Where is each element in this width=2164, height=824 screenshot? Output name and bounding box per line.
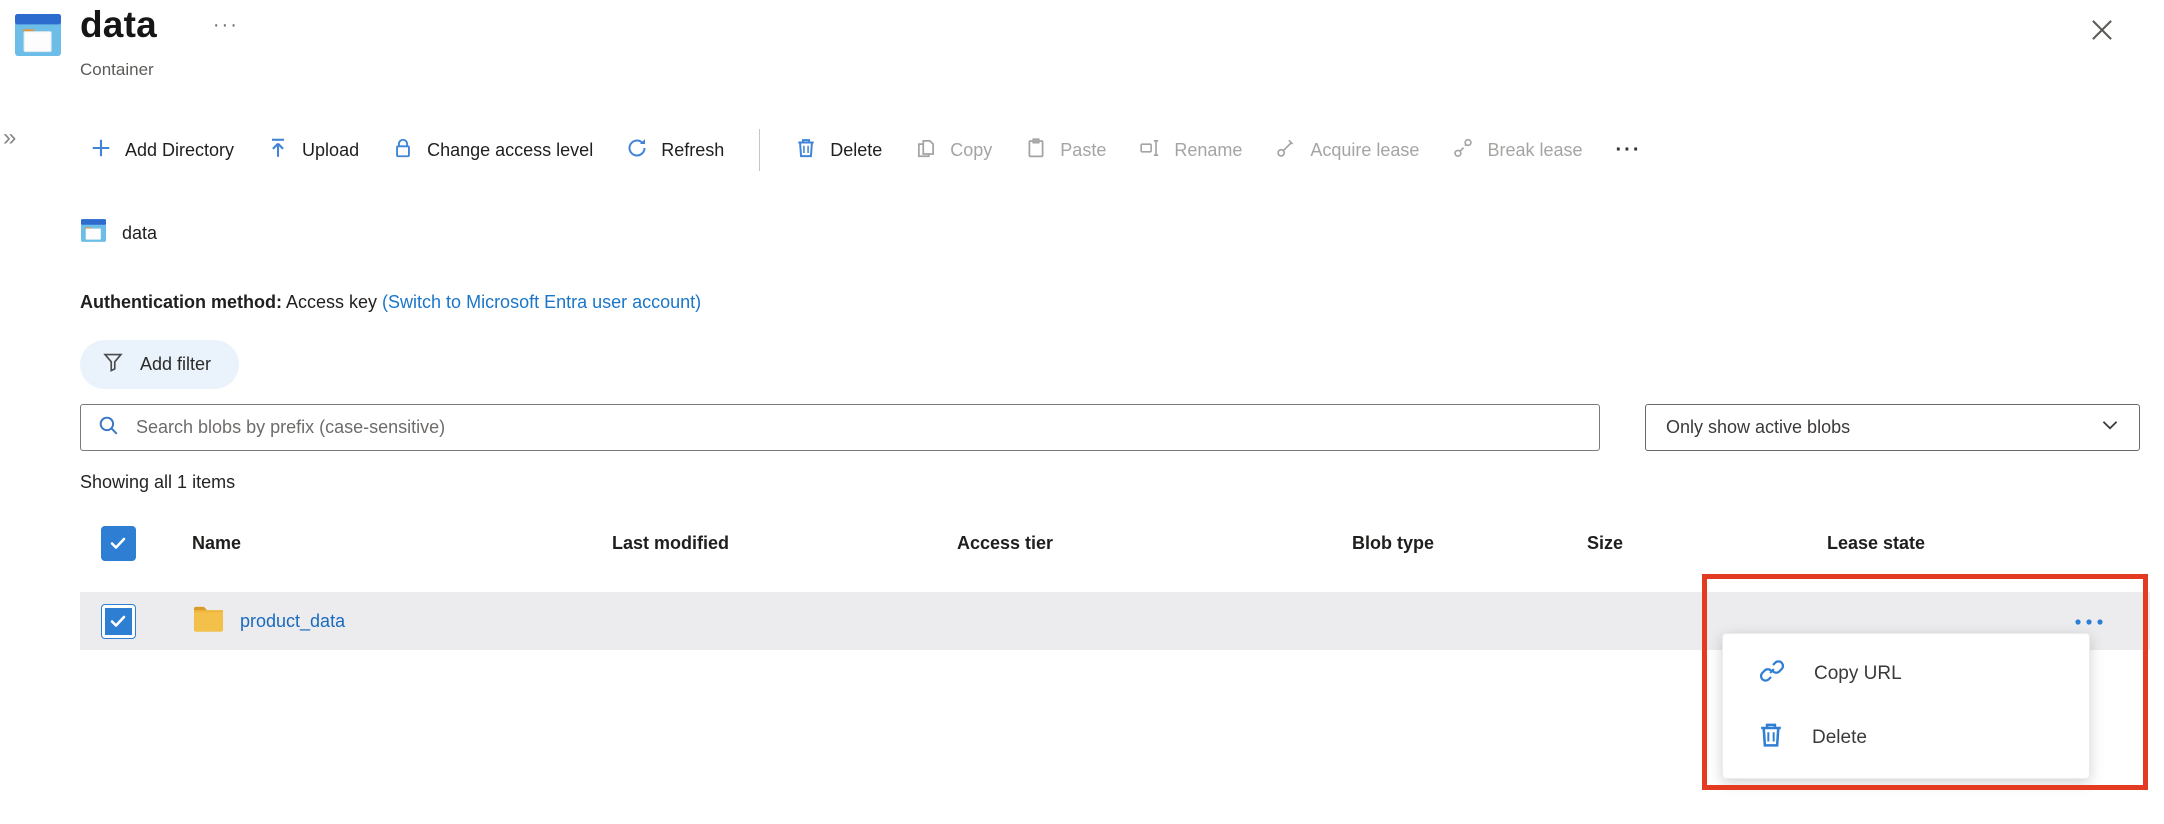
- lock-icon: [392, 137, 414, 164]
- chevron-down-icon: [2099, 414, 2121, 441]
- rename-button[interactable]: Rename: [1139, 137, 1242, 164]
- paste-button[interactable]: Paste: [1025, 137, 1106, 164]
- close-icon[interactable]: [2082, 10, 2122, 50]
- items-summary: Showing all 1 items: [80, 472, 235, 493]
- blob-search-box[interactable]: [80, 404, 1600, 451]
- trash-icon: [1757, 721, 1785, 755]
- folder-icon: [192, 604, 225, 638]
- auth-value: Access key: [286, 292, 377, 312]
- container-small-icon: [80, 218, 107, 248]
- table-header: Name Last modified Access tier Blob type…: [80, 520, 2150, 566]
- context-menu-item-label: Copy URL: [1814, 663, 1902, 685]
- auth-label: Authentication method:: [80, 292, 282, 312]
- upload-button[interactable]: Upload: [267, 137, 359, 164]
- rename-icon: [1139, 137, 1161, 164]
- add-directory-button[interactable]: Add Directory: [90, 137, 234, 164]
- search-input[interactable]: [136, 417, 1583, 438]
- column-header-size[interactable]: Size: [1587, 533, 1827, 554]
- row-more-icon[interactable]: [2074, 611, 2104, 632]
- upload-icon: [267, 137, 289, 164]
- acquire-lease-button[interactable]: Acquire lease: [1275, 137, 1419, 164]
- funnel-icon: [102, 351, 124, 378]
- title-more-icon[interactable]: ···: [209, 10, 243, 41]
- column-header-access-tier[interactable]: Access tier: [957, 533, 1352, 554]
- page-title: data: [80, 4, 157, 46]
- dropdown-value: Only show active blobs: [1666, 417, 1850, 438]
- delete-button[interactable]: Delete: [795, 137, 882, 164]
- toolbar-divider: [759, 129, 760, 171]
- column-header-name[interactable]: Name: [156, 533, 612, 554]
- column-header-lease-state[interactable]: Lease state: [1827, 533, 2150, 554]
- breadcrumb-container-name[interactable]: data: [122, 223, 157, 244]
- column-header-blob-type[interactable]: Blob type: [1352, 533, 1587, 554]
- breadcrumb: data: [80, 218, 157, 248]
- copy-icon: [915, 137, 937, 164]
- row-checkbox[interactable]: [101, 604, 136, 639]
- container-icon: [14, 12, 62, 58]
- search-icon: [97, 414, 120, 442]
- column-header-last-modified[interactable]: Last modified: [612, 533, 957, 554]
- context-menu-delete[interactable]: Delete: [1723, 706, 2089, 770]
- context-menu-item-label: Delete: [1812, 727, 1867, 749]
- trash-icon: [795, 137, 817, 164]
- switch-auth-link[interactable]: (Switch to Microsoft Entra user account): [382, 292, 701, 312]
- add-filter-button[interactable]: Add filter: [80, 340, 239, 389]
- plus-icon: [90, 137, 112, 164]
- break-lease-icon: [1452, 137, 1474, 164]
- context-menu-copy-url[interactable]: Copy URL: [1723, 642, 2089, 706]
- blob-container-blade: » data ··· Container Add Directory Uploa…: [0, 0, 2164, 824]
- blob-folder-link[interactable]: product_data: [240, 611, 345, 632]
- add-filter-label: Add filter: [140, 354, 211, 375]
- break-lease-icon-button[interactable]: Break lease: [1452, 137, 1582, 164]
- paste-icon: [1025, 137, 1047, 164]
- refresh-button[interactable]: Refresh: [626, 137, 724, 164]
- change-access-level-button[interactable]: Change access level: [392, 137, 593, 164]
- refresh-icon: [626, 137, 648, 164]
- copy-button[interactable]: Copy: [915, 137, 992, 164]
- row-context-menu: Copy URL Delete: [1722, 633, 2090, 779]
- select-all-checkbox[interactable]: [101, 526, 136, 561]
- lease-icon: [1275, 137, 1297, 164]
- link-icon: [1757, 656, 1787, 692]
- blade-subtitle: Container: [80, 60, 154, 80]
- expand-panel-chevrons-icon[interactable]: »: [3, 124, 16, 152]
- toolbar-more-icon[interactable]: ···: [1616, 139, 1642, 162]
- authentication-method-line: Authentication method: Access key (Switc…: [80, 292, 701, 313]
- command-bar: Add Directory Upload Change access level…: [90, 122, 1642, 178]
- blob-state-dropdown[interactable]: Only show active blobs: [1645, 404, 2140, 451]
